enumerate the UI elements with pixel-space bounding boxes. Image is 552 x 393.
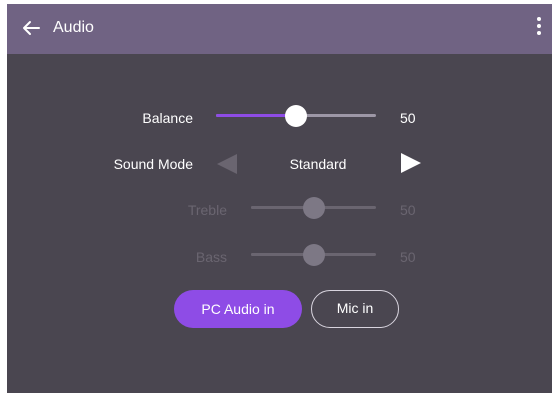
sound-mode-value: Standard — [289, 156, 347, 172]
balance-value: 50 — [400, 110, 416, 126]
bass-slider — [251, 244, 376, 266]
audio-settings-panel: Audio Balance 50 Sound Mode Standard Tre… — [7, 4, 552, 393]
treble-label: Treble — [187, 202, 227, 218]
sound-mode-prev-button[interactable] — [216, 154, 238, 179]
triangle-right-icon — [401, 153, 421, 173]
bass-slider-thumb — [302, 244, 325, 266]
balance-slider-fill — [216, 114, 296, 117]
page-title: Audio — [53, 19, 94, 36]
mic-in-button[interactable]: Mic in — [311, 290, 399, 328]
header-bar: Audio — [7, 4, 552, 54]
treble-slider — [251, 197, 376, 219]
balance-label: Balance — [142, 110, 193, 126]
pc-audio-in-button[interactable]: PC Audio in — [174, 290, 302, 328]
sound-mode-label: Sound Mode — [113, 156, 193, 172]
treble-slider-thumb — [302, 197, 325, 219]
arrow-left-icon — [23, 21, 40, 35]
treble-value: 50 — [400, 202, 416, 218]
more-vertical-icon — [533, 17, 545, 35]
sound-mode-next-button[interactable] — [400, 153, 422, 178]
balance-slider-thumb[interactable] — [285, 105, 307, 127]
more-options-button[interactable] — [533, 15, 545, 43]
bass-value: 50 — [400, 249, 416, 265]
back-button[interactable] — [20, 17, 42, 39]
balance-slider[interactable] — [216, 105, 376, 127]
bass-label: Bass — [195, 249, 227, 265]
triangle-left-icon — [217, 154, 237, 174]
